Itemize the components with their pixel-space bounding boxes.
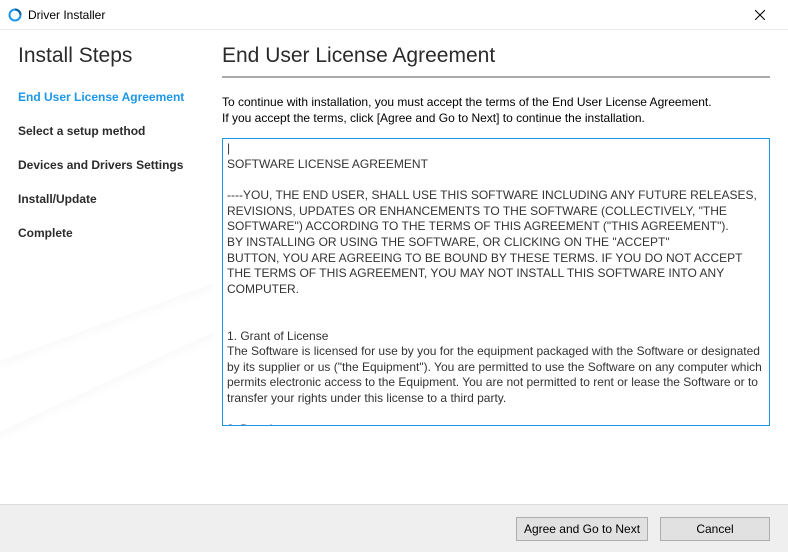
instruction-text: To continue with installation, you must … (222, 94, 770, 126)
sidebar-item-setup-method[interactable]: Select a setup method (18, 124, 214, 138)
window-title: Driver Installer (28, 8, 105, 22)
titlebar: Driver Installer (0, 0, 788, 30)
close-button[interactable] (740, 2, 780, 28)
sidebar-title: Install Steps (18, 44, 214, 68)
sidebar-item-install-update[interactable]: Install/Update (18, 192, 214, 206)
sidebar-item-label: Install/Update (18, 192, 97, 206)
main-panel: End User License Agreement To continue w… (214, 30, 788, 504)
footer: Agree and Go to Next Cancel (0, 504, 788, 552)
title-divider (222, 76, 770, 78)
license-textarea[interactable] (222, 138, 770, 426)
app-icon (8, 8, 22, 22)
cancel-button[interactable]: Cancel (660, 517, 770, 541)
sidebar-item-label: Devices and Drivers Settings (18, 158, 183, 172)
page-title: End User License Agreement (222, 44, 770, 68)
sidebar: Install Steps End User License Agreement… (0, 30, 214, 504)
sidebar-item-label: End User License Agreement (18, 90, 184, 104)
sidebar-item-label: Select a setup method (18, 124, 145, 138)
sidebar-item-devices-drivers[interactable]: Devices and Drivers Settings (18, 158, 214, 172)
sidebar-item-complete[interactable]: Complete (18, 226, 214, 240)
agree-next-button[interactable]: Agree and Go to Next (516, 517, 648, 541)
sidebar-item-label: Complete (18, 226, 73, 240)
sidebar-item-eula[interactable]: End User License Agreement (18, 90, 214, 104)
